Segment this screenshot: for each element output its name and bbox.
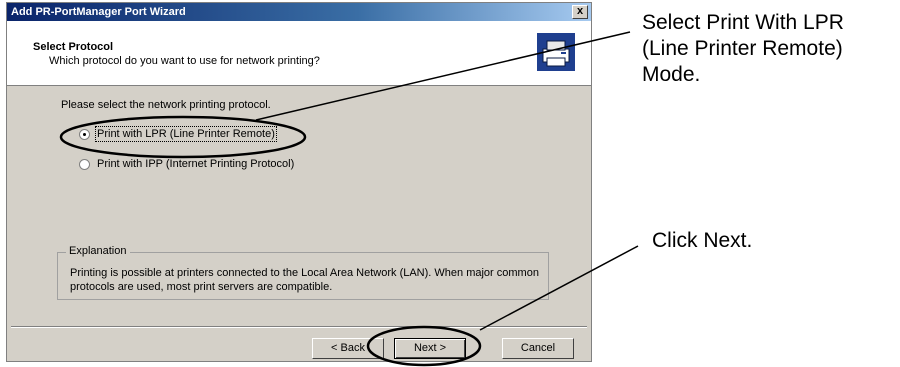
callout-line-2: (Line Printer Remote) <box>642 37 843 60</box>
explanation-group: Explanation Printing is possible at prin… <box>57 245 549 300</box>
callout-click-next: Click Next. <box>652 229 753 252</box>
explanation-text: Printing is possible at printers connect… <box>70 267 539 293</box>
radio-ipp[interactable] <box>79 158 90 170</box>
option-lpr-label[interactable]: Print with LPR (Line Printer Remote) <box>95 126 277 142</box>
wizard-header: Select Protocol Which protocol do you wa… <box>7 21 591 86</box>
explanation-legend: Explanation <box>66 245 130 257</box>
option-lpr[interactable]: Print with LPR (Line Printer Remote) <box>79 126 277 142</box>
button-separator <box>11 326 587 328</box>
wizard-dialog: Add PR-PortManager Port Wizard x Select … <box>6 2 592 362</box>
title-bar[interactable]: Add PR-PortManager Port Wizard x <box>7 3 591 21</box>
prompt-text: Please select the network printing proto… <box>61 99 271 111</box>
window-title: Add PR-PortManager Port Wizard <box>11 6 186 18</box>
option-ipp-label[interactable]: Print with IPP (Internet Printing Protoc… <box>97 158 294 170</box>
option-ipp[interactable]: Print with IPP (Internet Printing Protoc… <box>79 158 294 170</box>
callout-line-3: Mode. <box>642 63 701 86</box>
back-button[interactable]: < Back <box>312 338 384 359</box>
header-title: Select Protocol <box>33 41 114 53</box>
cancel-button[interactable]: Cancel <box>502 338 574 359</box>
radio-lpr[interactable] <box>79 128 90 140</box>
printer-network-icon <box>537 33 575 71</box>
callout-line-1: Select Print With LPR <box>642 11 844 34</box>
header-subtitle: Which protocol do you want to use for ne… <box>49 55 320 67</box>
callout-select-lpr: Select Print With LPR (Line Printer Remo… <box>642 10 844 88</box>
close-button[interactable]: x <box>572 5 588 19</box>
next-button[interactable]: Next > <box>394 338 466 359</box>
